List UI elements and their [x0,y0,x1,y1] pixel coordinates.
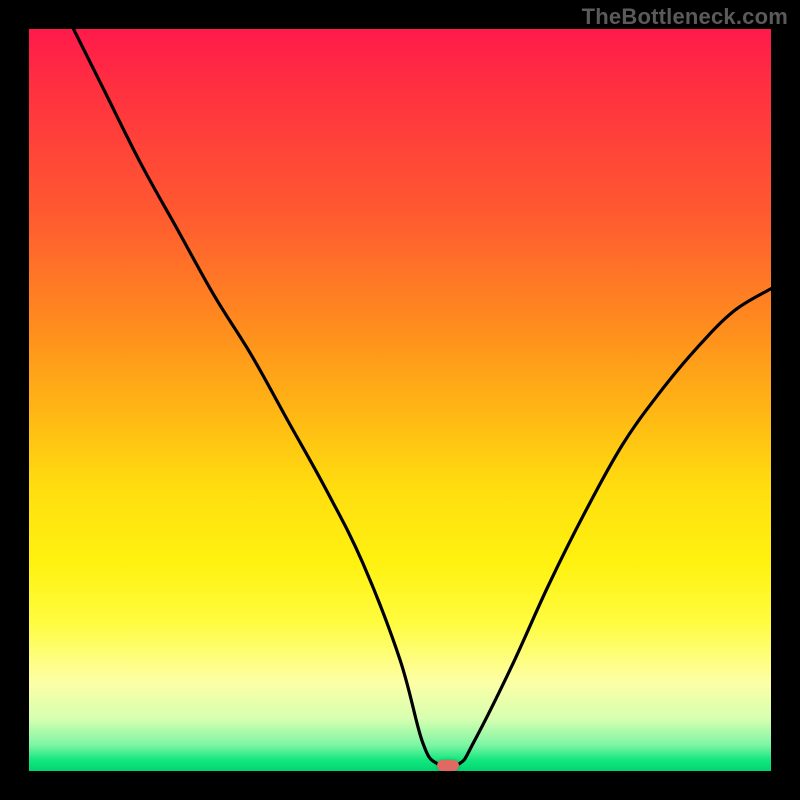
optimal-point-marker [437,760,459,771]
chart-frame [29,29,771,771]
bottleneck-curve [29,29,771,771]
watermark-text: TheBottleneck.com [582,4,788,30]
